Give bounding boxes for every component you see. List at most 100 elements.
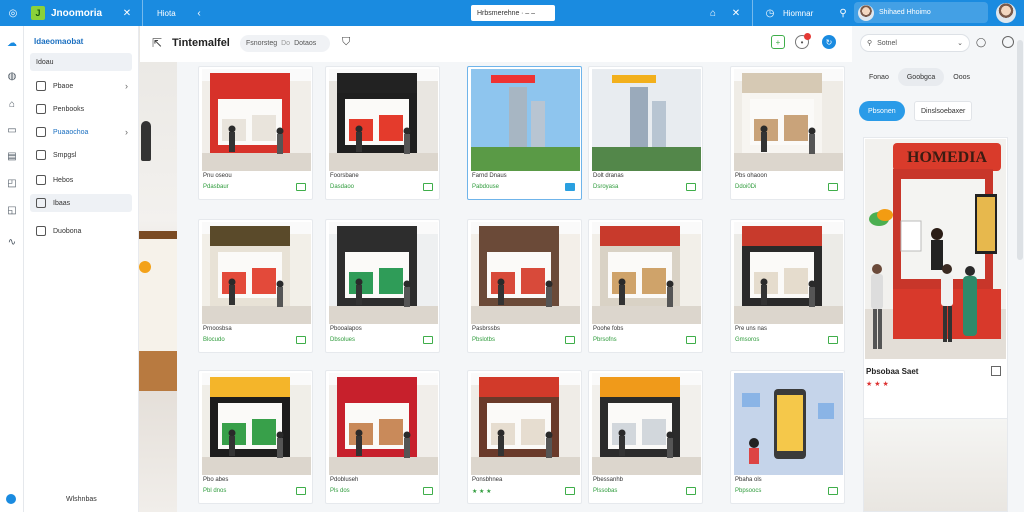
cart-icon[interactable] [423,183,433,191]
product-title: Pdobluseh [330,477,359,483]
tools-icon[interactable]: ✕ [729,0,743,26]
product-price: Pbl dnos [203,488,227,494]
nav-item-1[interactable]: Pbaoe › [30,77,132,95]
filter-pill[interactable]: Fsnorsteg Do Dotaos [240,35,330,52]
cart-icon[interactable] [296,487,306,495]
center-selector[interactable]: Hrbsmerehne ∙ – – [471,5,555,21]
product-card[interactable]: Pbaha ols Pbpsoocs [730,370,845,504]
menu-icon[interactable]: ◎ [6,0,20,26]
bookmark-icon[interactable]: ▭ [5,123,19,137]
product-card[interactable]: Poohe fobs Pbrsofns [588,219,703,353]
product-price: Dsroyasa [593,184,619,190]
nav-footer: Wlshnbas [66,496,97,503]
nav-item-0[interactable]: Idoau [30,53,132,71]
cart-icon[interactable] [828,183,838,191]
nav-item-label: Ibaas [53,199,71,207]
cart-icon[interactable] [296,336,306,344]
product-grid: Pnu oseou Pdasbaur Foorsbane Dasdaoo Farnd D… [185,64,852,512]
product-title: Pbooalapos [330,326,362,332]
product-card[interactable]: Pre uns nas Gmsoros [730,219,845,353]
notification-badge-icon [804,33,811,40]
main-content: ⇱ Tintemalfel Fsnorsteg Do Dotaos ⛉ + • … [140,26,852,512]
product-card[interactable]: Dolt dranas Dsroyasa [588,66,703,200]
add-icon[interactable]: + [771,35,785,49]
refresh-icon[interactable]: ↻ [822,35,836,49]
search-input[interactable]: ⚲ Sotnel ⌄ [860,34,970,52]
cart-icon[interactable] [686,183,696,191]
cart-icon[interactable] [423,336,433,344]
close-icon[interactable]: ✕ [120,0,134,26]
cart-icon[interactable] [828,336,838,344]
product-card[interactable]: Ponsbhnea ★ ★ ★ [467,370,582,504]
cart-icon[interactable] [686,487,696,495]
shield-icon[interactable]: ⛉ [342,36,350,49]
tab-bar: Fonao Goobgca Ooos [860,68,979,86]
user-avatar[interactable] [996,0,1016,26]
product-image [471,373,580,475]
cloud-icon[interactable]: ☁ [5,36,19,50]
globe-icon[interactable]: ◍ [5,69,19,83]
feature-image: HOMEDIA [865,139,1006,359]
product-card[interactable]: Pbooalapos Dbsolues [325,219,440,353]
profile-menu[interactable]: Shihaed Hhoimo [854,2,988,23]
nav-item-4[interactable]: Smpgsl [30,146,132,164]
profile-name: Shihaed Hhoimo [879,9,931,16]
home-icon[interactable]: ⌂ [5,97,19,111]
product-card[interactable]: Prnoosbsa Blocudo [198,219,313,353]
product-card[interactable]: Pasbrssbs Pbslotbs [467,219,582,353]
tab-1[interactable]: Goobgca [897,68,945,86]
document-icon[interactable]: ▤ [5,149,19,163]
grid-icon[interactable] [991,366,1001,376]
settings-icon[interactable] [1002,36,1014,48]
cart-icon[interactable] [565,336,575,344]
secondary-menu[interactable]: ◷ Hiomnar [763,0,814,26]
product-card[interactable]: Pnu oseou Pdasbaur [198,66,313,200]
product-title: Pasbrssbs [472,326,501,332]
product-image [734,222,843,324]
tab-2[interactable]: Ooos [944,68,979,86]
nav-item-7[interactable]: Duobona [30,222,132,240]
cart-icon[interactable] [828,487,838,495]
grid-icon [36,226,46,236]
nav-item-3[interactable]: Puaaochoa › [30,123,132,141]
cart-icon[interactable] [296,183,306,191]
comment-icon[interactable]: ◱ [5,203,19,217]
product-title: Pre uns nas [735,326,768,332]
status-dot-icon[interactable] [6,494,16,504]
scrollbar[interactable] [1017,40,1023,260]
tab-0[interactable]: Fonao [860,68,898,86]
secondary-button[interactable]: Dinslsoebaxer [914,101,973,121]
product-card[interactable]: Pbo abes Pbl dnos [198,370,313,504]
feature-card[interactable]: HOMEDIA Pbsobaa Saet ★ ★ ★ [863,137,1008,427]
avatar [858,4,874,21]
product-card[interactable]: Pbs ohaoon Ddoi0Di [730,66,845,200]
product-title: Pbs ohaoon [735,173,768,179]
cart-icon[interactable] [686,336,696,344]
product-card[interactable]: Foorsbane Dasdaoo [325,66,440,200]
cart-icon[interactable] [565,183,575,191]
cart-icon[interactable] [423,487,433,495]
product-card[interactable]: Pbessanhb Plssobas [588,370,703,504]
search-icon[interactable]: ⚲ [836,0,850,26]
info-icon[interactable]: ◯ [976,37,986,48]
divider [142,0,143,26]
product-image [202,373,311,475]
back-icon[interactable]: ⇱ [152,36,162,50]
search-placeholder: Sotnel [877,39,897,47]
product-card[interactable]: Farnd Dnaus Pabdouse [467,66,582,200]
product-card[interactable]: Pdobluseh Pls dos [325,370,440,504]
chevron-left-icon[interactable]: ‹ [192,0,206,26]
feature-rating: ★ ★ ★ [866,381,889,388]
tab-home[interactable]: Hiota [157,0,176,26]
feature-card-secondary[interactable] [863,418,1008,512]
primary-button[interactable]: Pbsonen [859,101,905,121]
nav-item-5[interactable]: Hebos [30,171,132,189]
cart-icon[interactable] [565,487,575,495]
lock-icon[interactable]: ⌂ [706,0,720,26]
nav-item-6[interactable]: Ibaas [30,194,132,212]
product-title: Pbo abes [203,477,229,483]
nav-item-2[interactable]: Penbooks [30,100,132,118]
product-image [202,222,311,324]
chat-icon[interactable]: ◰ [5,176,19,190]
activity-icon[interactable]: ∿ [5,235,19,249]
